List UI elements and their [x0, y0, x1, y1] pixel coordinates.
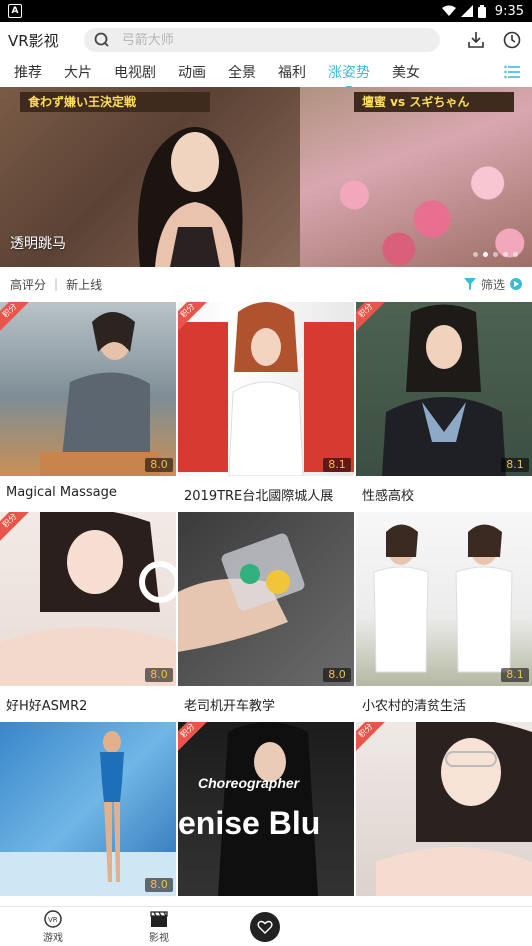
heart-icon: [257, 920, 273, 934]
banner-dot[interactable]: [513, 252, 518, 257]
nav-favorites[interactable]: [212, 907, 318, 946]
category-tabs: 推荐 大片 电视剧 动画 全景 福利 涨姿势 美女: [0, 58, 532, 88]
video-thumbnail[interactable]: 积分: [356, 722, 532, 896]
tab-recommend[interactable]: 推荐: [14, 62, 42, 82]
search-input[interactable]: [121, 32, 382, 48]
app-header: VR影视: [0, 22, 532, 58]
bottom-navigation: VR 游戏 影视: [0, 906, 532, 946]
tab-knowledge[interactable]: 涨姿势: [328, 62, 370, 88]
banner-pagination: [473, 252, 518, 257]
video-thumbnail[interactable]: Choreographer enise Blu 积分: [178, 722, 354, 896]
video-title: 好H好ASMR2: [6, 699, 88, 714]
tab-beauty[interactable]: 美女: [392, 62, 420, 82]
banner-dot[interactable]: [503, 252, 508, 257]
filter-icon: [463, 278, 476, 290]
video-thumbnail[interactable]: 8.0: [178, 512, 354, 686]
video-thumbnail[interactable]: 积分 8.0: [0, 512, 176, 686]
banner-flowers: [310, 147, 532, 267]
video-title: 性感高校: [362, 489, 415, 504]
wifi-icon: [441, 5, 456, 16]
banner-caption: 透明跳马: [10, 236, 66, 252]
banner-person-image: [138, 127, 243, 267]
nav-games-label: 游戏: [43, 933, 63, 944]
signal-icon: [460, 5, 473, 17]
tab-panorama[interactable]: 全景: [228, 62, 256, 82]
search-bar[interactable]: [83, 28, 441, 52]
rating-score: 8.1: [501, 668, 529, 682]
history-button[interactable]: [500, 28, 524, 52]
nav-movies[interactable]: 影视: [106, 907, 212, 946]
banner-dot[interactable]: [473, 252, 478, 257]
tab-animation[interactable]: 动画: [178, 62, 206, 82]
video-title: Magical Massage: [6, 485, 117, 500]
status-bar: A 9:35: [0, 0, 532, 22]
history-icon: [503, 31, 521, 49]
filter-button[interactable]: 筛选: [463, 276, 522, 293]
rating-score: 8.0: [323, 668, 351, 682]
clapperboard-icon: [150, 911, 168, 927]
tab-welfare[interactable]: 福利: [278, 62, 306, 82]
nav-movies-label: 影视: [149, 933, 169, 944]
svg-text:VR: VR: [48, 916, 58, 924]
thumbnail-overlay-text: enise Blu: [178, 805, 320, 841]
tabs-menu-button[interactable]: [502, 62, 522, 82]
download-button[interactable]: [464, 28, 488, 52]
tab-blockbuster[interactable]: 大片: [64, 62, 92, 82]
tab-tv-series[interactable]: 电视剧: [114, 62, 156, 82]
download-icon: [468, 32, 484, 48]
video-thumbnail[interactable]: 积分 8.1: [178, 302, 354, 476]
battery-icon: [477, 4, 486, 18]
search-icon: [94, 32, 109, 47]
video-thumbnail[interactable]: 8.1: [356, 512, 532, 686]
filter-label: 筛选: [480, 277, 505, 292]
sort-top-rated[interactable]: 高评分: [10, 276, 46, 293]
video-title: 老司机开车教学: [184, 699, 276, 714]
app-title: VR影视: [8, 31, 59, 50]
banner-dot[interactable]: [493, 252, 498, 257]
rating-score: 8.1: [501, 458, 529, 472]
rating-score: 8.1: [323, 458, 351, 472]
play-circle-icon: [510, 278, 522, 290]
video-thumbnail[interactable]: 积分 8.1: [356, 302, 532, 476]
rating-score: 8.0: [145, 878, 173, 892]
video-thumbnail[interactable]: 积分 8.0: [0, 302, 176, 476]
video-thumbnail[interactable]: 8.0: [0, 722, 176, 896]
video-grid: 积分 8.0 Magical Massage 积分 8.1 2019TRE台北國…: [0, 302, 532, 906]
vr-icon: VR: [44, 910, 62, 928]
thumbnail-overlay-text: Choreographer: [198, 775, 301, 791]
banner-sign-left: 食わず嫌い王決定戦: [20, 92, 210, 112]
rating-score: 8.0: [145, 458, 173, 472]
featured-banner[interactable]: 食わず嫌い王決定戦 壇蜜 vs スギちゃん 透明跳马: [0, 87, 532, 267]
banner-dot-active[interactable]: [483, 252, 488, 257]
rating-score: 8.0: [145, 668, 173, 682]
divider: |: [54, 277, 59, 291]
nav-games[interactable]: VR 游戏: [0, 907, 106, 946]
banner-sign-right: 壇蜜 vs スギちゃん: [354, 92, 514, 112]
app-notification-icon: A: [8, 4, 22, 18]
menu-icon: [504, 65, 520, 79]
video-title: 小农村的清贫生活: [362, 699, 467, 714]
sort-filter-bar: 高评分 | 新上线 筛选: [0, 267, 532, 301]
clock: 9:35: [494, 3, 524, 19]
sort-new[interactable]: 新上线: [66, 276, 102, 293]
favorites-button[interactable]: [250, 911, 280, 942]
video-title: 2019TRE台北國際城人展: [184, 489, 334, 504]
